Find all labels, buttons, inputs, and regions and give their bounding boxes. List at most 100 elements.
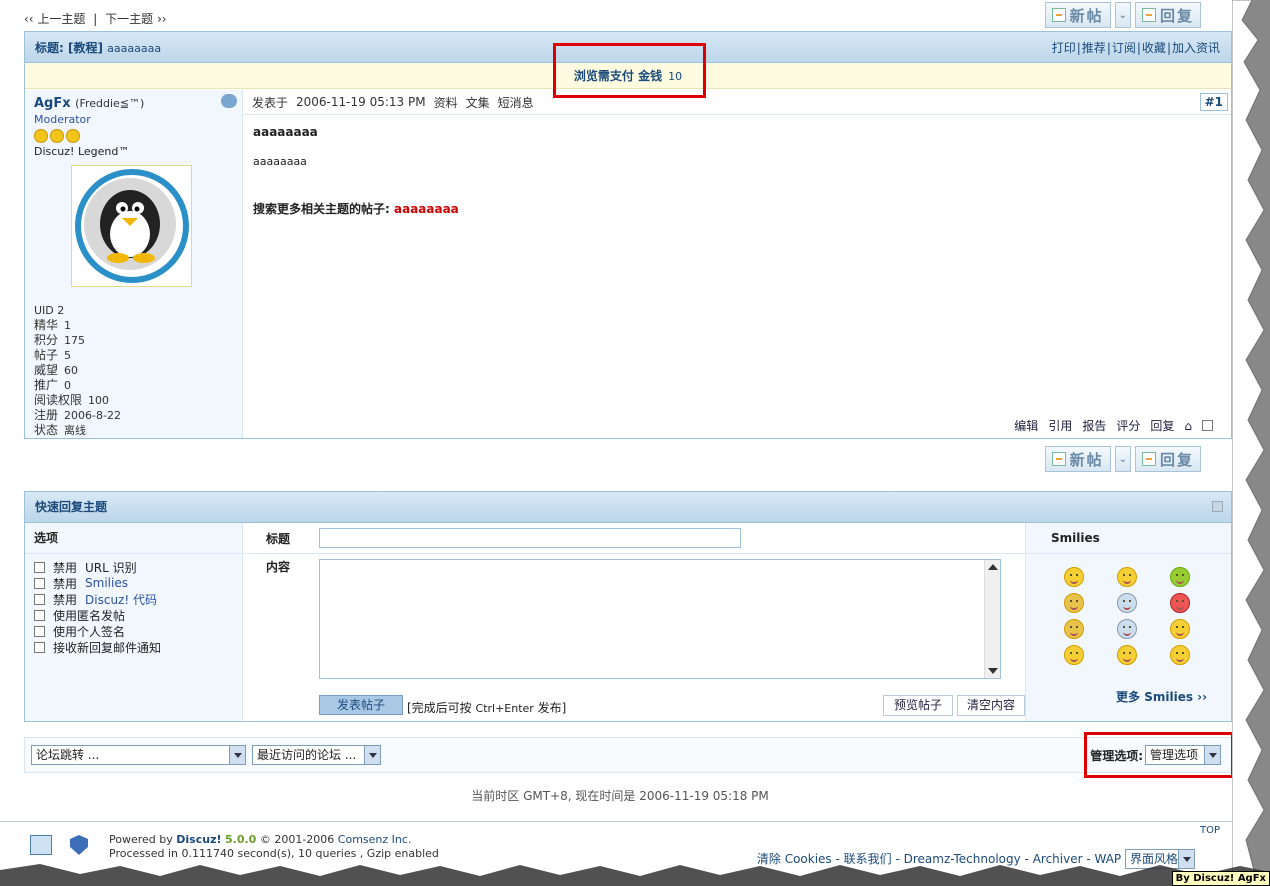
grin-icon[interactable] <box>1117 567 1137 587</box>
post-buttons-bottom: 新帖 ⌄ 回复 <box>1044 446 1201 472</box>
chevron-down-icon <box>364 746 380 764</box>
clear-button[interactable]: 清空内容 <box>957 695 1025 716</box>
collapse-icon[interactable] <box>1212 501 1223 512</box>
print-link[interactable]: 打印 <box>1052 41 1076 55</box>
rank-stars <box>34 129 233 143</box>
sun-icon <box>34 129 48 143</box>
add-info-link[interactable]: 加入资讯 <box>1172 41 1220 55</box>
subject-input[interactable] <box>319 528 741 548</box>
top-arrow-icon[interactable]: ⌂ <box>1184 419 1192 433</box>
reply-link[interactable]: 回复 <box>1150 417 1174 434</box>
timezone-info: 当前时区 GMT+8, 现在时间是 2006-11-19 05:18 PM <box>471 789 769 803</box>
option-disable-url[interactable]: 禁用 URL 识别 <box>34 559 233 575</box>
smilies-grid <box>1064 567 1190 665</box>
pm-link[interactable]: 短消息 <box>498 94 534 111</box>
subscribe-link[interactable]: 订阅 <box>1112 41 1136 55</box>
post-text: aaaaaaaa <box>253 155 307 168</box>
handshake-icon[interactable] <box>1064 619 1084 639</box>
thread-title: 标题: [教程] aaaaaaaa <box>35 40 162 55</box>
discuz-logo-icon[interactable] <box>30 835 52 855</box>
angry-icon[interactable] <box>1064 645 1084 665</box>
tongue-icon[interactable] <box>1117 645 1137 665</box>
torn-edge-right <box>1232 0 1270 886</box>
forum-jump-select[interactable]: 论坛跳转 ... <box>31 745 246 765</box>
powered-by: Powered by Discuz! 5.0.0 © 2001-2006 Com… <box>109 833 439 860</box>
options-panel: 选项 禁用 URL 识别 禁用 Smilies 禁用 Discuz! 代码 使用匿名发… <box>25 523 243 721</box>
thread-nav: ‹‹ 上一主题 | 下一主题 ›› <box>24 12 167 26</box>
favorite-link[interactable]: 收藏 <box>1142 41 1166 55</box>
forum-jump-bar: 论坛跳转 ... 最近访问的论坛 ... 管理选项: 管理选项 <box>24 737 1232 773</box>
post-buttons-top: 新帖 ⌄ 回复 <box>1044 2 1201 28</box>
author-title: Discuz! Legend™ <box>34 145 130 158</box>
option-disable-smilies[interactable]: 禁用 Smilies <box>34 575 233 591</box>
scrollbar[interactable] <box>984 560 1000 678</box>
author-name[interactable]: AgFx (Freddie≦™) <box>34 96 233 111</box>
clock-icon[interactable] <box>1117 593 1137 613</box>
moon-icon <box>50 129 64 143</box>
edit-link[interactable]: 编辑 <box>1014 417 1038 434</box>
top-link[interactable]: TOP <box>1200 825 1220 836</box>
reply-icon <box>1141 452 1156 466</box>
prev-topic-link[interactable]: ‹‹ 上一主题 <box>24 12 85 26</box>
new-post-button-bottom[interactable]: 新帖 <box>1044 446 1111 472</box>
cheer-icon[interactable] <box>1170 567 1190 587</box>
kiss-icon[interactable] <box>1170 593 1190 613</box>
chevron-down-icon: ⌄ <box>1118 453 1127 465</box>
message-icon[interactable] <box>221 94 237 108</box>
submit-post-button[interactable]: 发表帖子 <box>319 695 403 715</box>
page-frame: ‹‹ 上一主题 | 下一主题 ›› 新帖 ⌄ 回复 标题: [教程] aaaaa… <box>0 0 1240 870</box>
new-post-dropdown-bottom[interactable]: ⌄ <box>1114 446 1131 472</box>
author-stats: UID 2 精华 1 积分 175 帖子 5 威望 60 推广 0 阅读权限 100 注册 2… <box>34 304 121 437</box>
smile-icon[interactable] <box>1064 567 1084 587</box>
torn-edge-bottom <box>0 864 1270 886</box>
quote-link[interactable]: 引用 <box>1048 417 1072 434</box>
option-email-notify[interactable]: 接收新回复邮件通知 <box>34 639 233 655</box>
more-smilies-link[interactable]: 更多 Smilies ›› <box>1116 688 1207 705</box>
comsenz-link[interactable]: Comsenz Inc. <box>338 833 412 846</box>
call-icon[interactable] <box>1117 619 1137 639</box>
collection-link[interactable]: 文集 <box>466 94 490 111</box>
new-post-button[interactable]: 新帖 <box>1044 2 1111 28</box>
new-post-dropdown[interactable]: ⌄ <box>1114 2 1131 28</box>
recent-forums-select[interactable]: 最近访问的论坛 ... <box>252 745 381 765</box>
report-link[interactable]: 报告 <box>1082 417 1106 434</box>
rate-link[interactable]: 评分 <box>1116 417 1140 434</box>
floor-number[interactable]: #1 <box>1199 93 1228 111</box>
reply-icon <box>1141 8 1156 22</box>
victory-icon[interactable] <box>1064 593 1084 613</box>
post-actions: 编辑 引用 报告 评分 回复 ⌂ <box>1014 417 1213 434</box>
select-post-checkbox[interactable] <box>1202 420 1213 431</box>
post-meta: 发表于 2006-11-19 05:13 PM 资料 文集 短消息 <box>244 90 1231 115</box>
reply-button-bottom[interactable]: 回复 <box>1134 446 1201 472</box>
post-body: 发表于 2006-11-19 05:13 PM 资料 文集 短消息 #1 aaa… <box>244 90 1231 438</box>
chevron-down-icon: ⌄ <box>1118 9 1127 21</box>
sad-icon[interactable] <box>1170 645 1190 665</box>
content-textarea[interactable] <box>319 559 1001 679</box>
avatar <box>71 165 192 287</box>
profile-link[interactable]: 资料 <box>434 94 458 111</box>
next-topic-link[interactable]: 下一主题 ›› <box>105 12 166 26</box>
related-keyword[interactable]: aaaaaaaa <box>394 202 459 216</box>
option-disable-discuz-code[interactable]: 禁用 Discuz! 代码 <box>34 591 233 607</box>
reply-form: 标题 内容 发表帖子 [完成后可按 Ctrl+Enter 发布] 预览帖子 清空… <box>244 523 1026 721</box>
highlight-pay <box>553 43 706 98</box>
chevron-down-icon <box>229 746 245 764</box>
related-search: 搜索更多相关主题的帖子: aaaaaaaa <box>253 202 459 216</box>
quick-reply-header: 快速回复主题 <box>25 492 1231 523</box>
post-title: aaaaaaaa <box>253 125 318 139</box>
thread-actions: 打印|推荐|订阅|收藏|加入资讯 <box>1051 40 1220 55</box>
recommend-link[interactable]: 推荐 <box>1082 41 1106 55</box>
author-role: Moderator <box>34 113 91 126</box>
reply-button[interactable]: 回复 <box>1134 2 1201 28</box>
preview-button[interactable]: 预览帖子 <box>883 695 953 716</box>
quick-reply: 快速回复主题 选项 禁用 URL 识别 禁用 Smilies 禁用 Discuz! 代… <box>24 491 1232 722</box>
star-icon <box>66 129 80 143</box>
new-post-icon <box>1051 8 1066 22</box>
watermark-byline: By Discuz! AgFx <box>1171 871 1270 886</box>
shield-icon <box>70 835 88 855</box>
new-post-icon <box>1051 452 1066 466</box>
submit-hint: [完成后可按 Ctrl+Enter 发布] <box>407 701 567 715</box>
happy-icon[interactable] <box>1170 619 1190 639</box>
option-anonymous[interactable]: 使用匿名发帖 <box>34 607 233 623</box>
option-signature[interactable]: 使用个人签名 <box>34 623 233 639</box>
